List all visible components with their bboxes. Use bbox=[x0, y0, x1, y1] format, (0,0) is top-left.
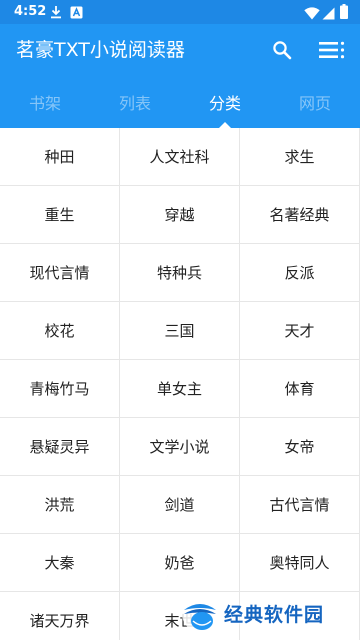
category-item[interactable]: 穿越 bbox=[120, 186, 240, 244]
category-item[interactable]: 天才 bbox=[240, 302, 360, 360]
category-item[interactable]: 剑道 bbox=[120, 476, 240, 534]
category-item[interactable]: 悬疑灵异 bbox=[0, 418, 120, 476]
app-notification-icon bbox=[70, 4, 83, 23]
category-item[interactable]: 校花 bbox=[0, 302, 120, 360]
wifi-icon bbox=[304, 5, 320, 24]
category-item[interactable]: 反派 bbox=[240, 244, 360, 302]
tab-bar: 书架 列表 分类 网页 bbox=[0, 76, 360, 129]
status-time: 4:52 bbox=[14, 4, 47, 19]
watermark: 经典软件园 bbox=[178, 590, 360, 636]
search-button[interactable] bbox=[268, 36, 296, 64]
category-item[interactable]: 大秦 bbox=[0, 534, 120, 592]
category-item[interactable]: 三国 bbox=[120, 302, 240, 360]
category-item[interactable]: 特种兵 bbox=[120, 244, 240, 302]
battery-icon bbox=[340, 4, 348, 23]
category-item[interactable]: 单女主 bbox=[120, 360, 240, 418]
category-item[interactable]: 求生 bbox=[240, 128, 360, 186]
watermark-logo-icon bbox=[180, 594, 220, 638]
category-item[interactable]: 奶爸 bbox=[120, 534, 240, 592]
app-bar: 茗豪TXT小说阅读器 bbox=[0, 24, 360, 76]
signal-icon bbox=[322, 5, 335, 24]
status-bar: 4:52 bbox=[0, 0, 360, 24]
category-item[interactable]: 奥特同人 bbox=[240, 534, 360, 592]
tab-categories[interactable]: 分类 bbox=[180, 76, 270, 128]
app-title: 茗豪TXT小说阅读器 bbox=[16, 39, 185, 61]
watermark-text: 经典软件园 bbox=[224, 604, 325, 626]
download-icon bbox=[50, 4, 62, 23]
category-item[interactable]: 重生 bbox=[0, 186, 120, 244]
tab-bookshelf[interactable]: 书架 bbox=[0, 76, 90, 128]
search-icon bbox=[272, 40, 292, 60]
menu-button[interactable] bbox=[318, 36, 346, 64]
tab-webpage[interactable]: 网页 bbox=[270, 76, 360, 128]
category-item[interactable]: 女帝 bbox=[240, 418, 360, 476]
category-item[interactable]: 人文社科 bbox=[120, 128, 240, 186]
category-item[interactable]: 古代言情 bbox=[240, 476, 360, 534]
category-item[interactable]: 洪荒 bbox=[0, 476, 120, 534]
menu-icon bbox=[319, 41, 345, 59]
category-item[interactable]: 青梅竹马 bbox=[0, 360, 120, 418]
category-grid: 种田 人文社科 求生 重生 穿越 名著经典 现代言情 特种兵 反派 校花 三国 … bbox=[0, 128, 360, 640]
category-item[interactable]: 名著经典 bbox=[240, 186, 360, 244]
category-item[interactable]: 现代言情 bbox=[0, 244, 120, 302]
tab-list[interactable]: 列表 bbox=[90, 76, 180, 128]
category-item[interactable]: 体育 bbox=[240, 360, 360, 418]
category-item[interactable]: 诸天万界 bbox=[0, 592, 120, 640]
category-item[interactable]: 种田 bbox=[0, 128, 120, 186]
category-item[interactable]: 文学小说 bbox=[120, 418, 240, 476]
